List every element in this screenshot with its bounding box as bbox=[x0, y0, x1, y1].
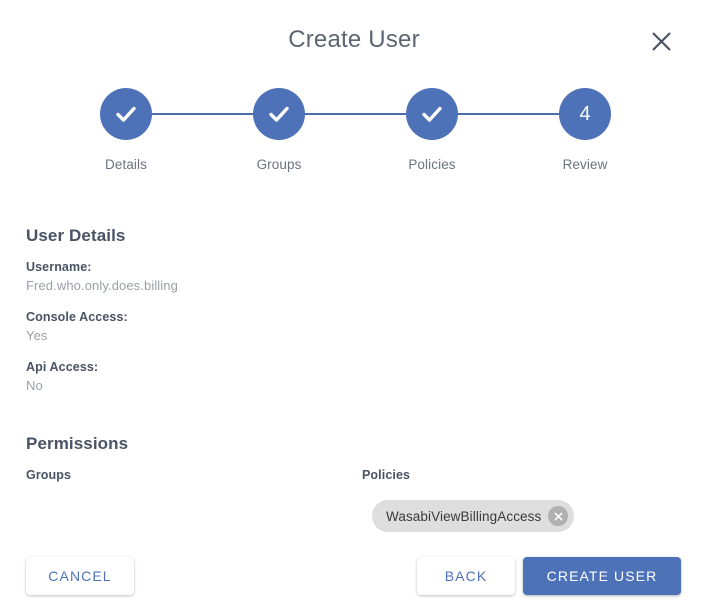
stepper-track bbox=[126, 113, 582, 115]
progress-stepper: Details Groups Policies 4 Review bbox=[64, 88, 644, 180]
permissions-groups-title: Groups bbox=[26, 468, 72, 482]
policies-chip-list: WasabiViewBillingAccess bbox=[362, 500, 682, 532]
stepper-label-groups: Groups bbox=[256, 157, 302, 172]
create-user-dialog: Create User Details Groups Policies 4 Re… bbox=[0, 0, 708, 616]
permissions-heading: Permissions bbox=[26, 434, 129, 453]
stepper-label-review: Review bbox=[562, 157, 608, 172]
page-title: Create User bbox=[288, 26, 420, 53]
back-button[interactable]: BACK bbox=[417, 557, 515, 595]
policy-chip[interactable]: WasabiViewBillingAccess bbox=[372, 500, 575, 532]
detail-value-api-access: No bbox=[26, 378, 43, 393]
create-user-button[interactable]: CREATE USER bbox=[523, 557, 681, 595]
detail-label-console-access: Console Access: bbox=[26, 310, 128, 324]
stepper-step-review[interactable]: 4 Review bbox=[525, 88, 645, 172]
permissions-policies-column: Policies WasabiViewBillingAccess bbox=[362, 468, 682, 532]
detail-value-username: Fred.who.only.does.billing bbox=[26, 278, 178, 293]
policy-chip-label: WasabiViewBillingAccess bbox=[386, 508, 542, 524]
detail-label-username: Username: bbox=[26, 260, 92, 274]
permissions-policies-title: Policies bbox=[362, 468, 411, 482]
stepper-step-groups[interactable]: Groups bbox=[219, 88, 339, 172]
check-icon bbox=[265, 100, 293, 128]
cancel-button[interactable]: CANCEL bbox=[26, 557, 134, 595]
user-details-heading: User Details bbox=[26, 226, 126, 245]
check-icon bbox=[418, 100, 446, 128]
stepper-step-details[interactable]: Details bbox=[66, 88, 186, 172]
step-circle-details bbox=[100, 88, 152, 140]
chip-remove-icon[interactable] bbox=[548, 506, 569, 526]
stepper-label-details: Details bbox=[105, 157, 147, 172]
step-circle-review: 4 bbox=[559, 88, 611, 140]
step-circle-policies bbox=[406, 88, 458, 140]
detail-label-api-access: Api Access: bbox=[26, 360, 99, 374]
detail-console-access: Console Access: Yes bbox=[26, 309, 128, 345]
step-number-review: 4 bbox=[579, 103, 591, 125]
close-icon bbox=[652, 32, 671, 51]
step-circle-groups bbox=[253, 88, 305, 140]
detail-api-access: Api Access: No bbox=[26, 359, 98, 395]
stepper-label-policies: Policies bbox=[408, 157, 456, 172]
dialog-header: Create User bbox=[0, 0, 708, 80]
detail-username: Username: Fred.who.only.does.billing bbox=[26, 259, 178, 295]
detail-value-console-access: Yes bbox=[26, 328, 48, 343]
check-icon bbox=[112, 100, 140, 128]
close-button[interactable] bbox=[645, 25, 677, 57]
stepper-step-policies[interactable]: Policies bbox=[372, 88, 492, 172]
permissions-groups-column: Groups bbox=[26, 468, 326, 500]
